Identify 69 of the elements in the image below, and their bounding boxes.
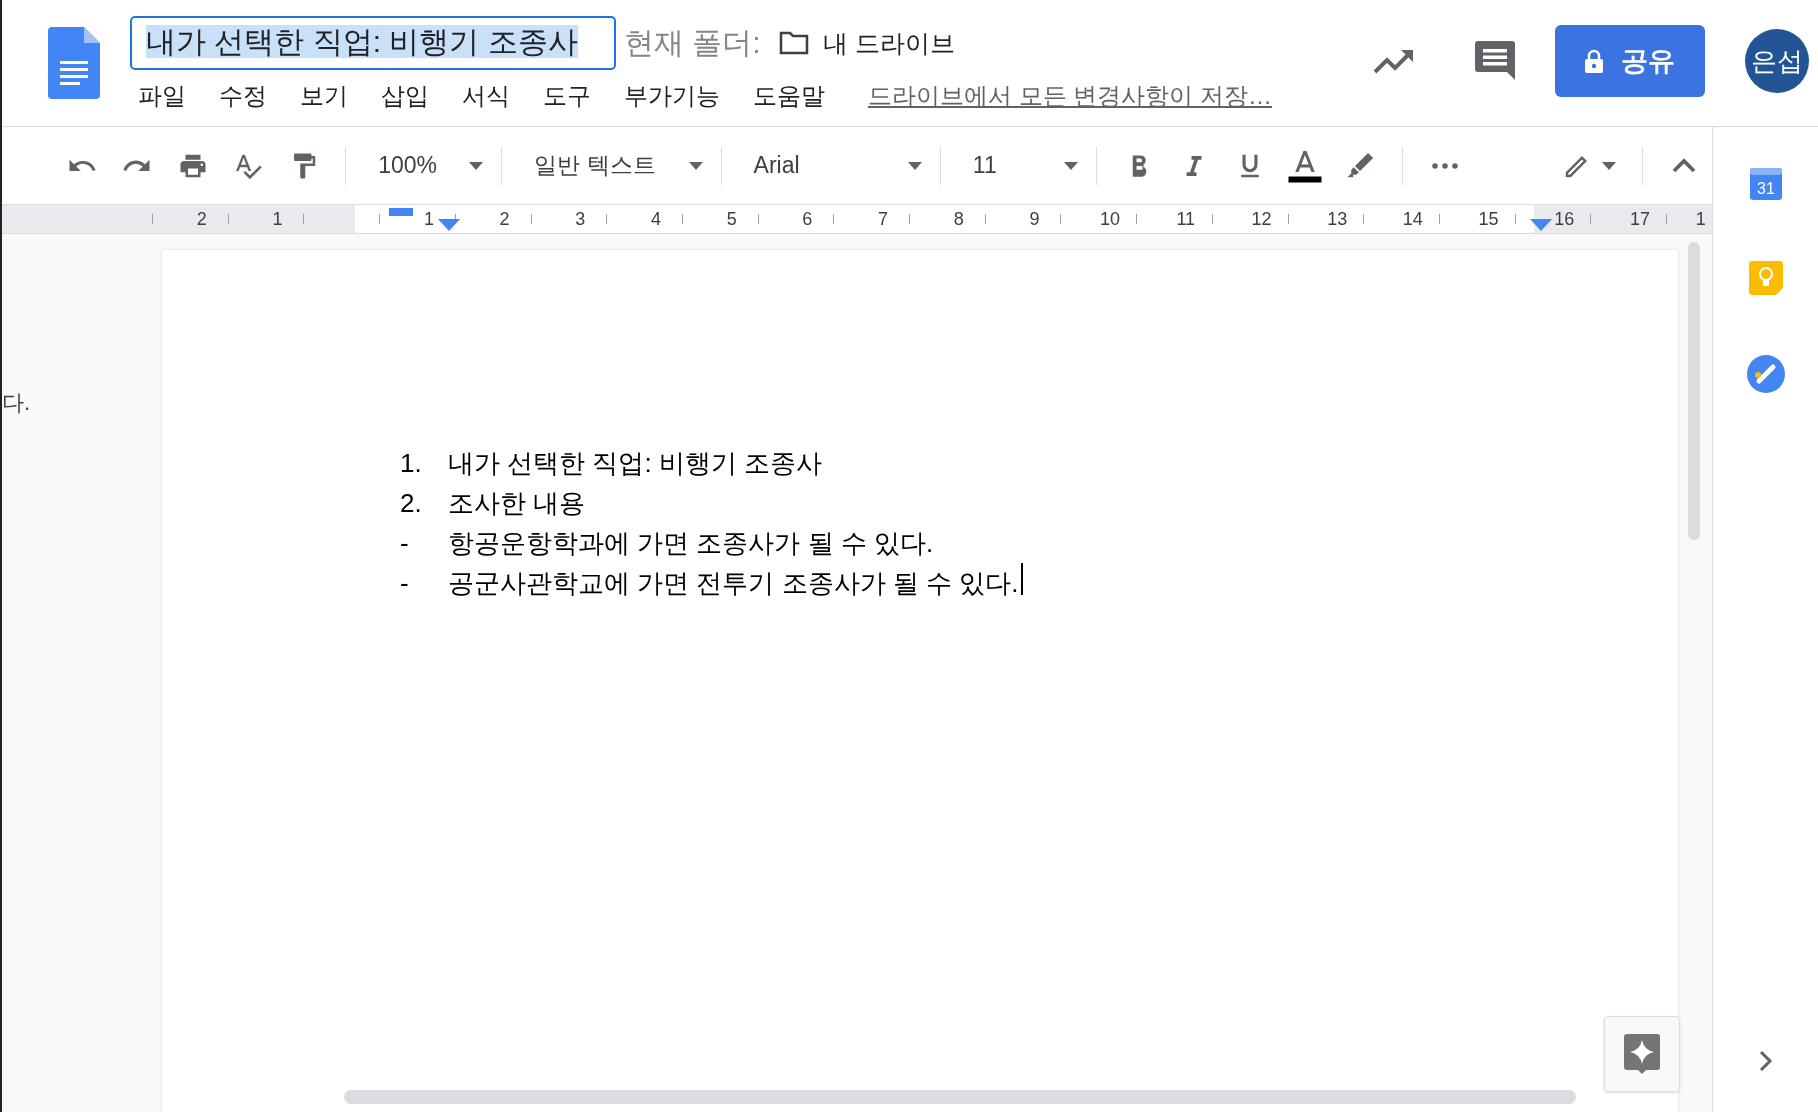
list-item-text: 조사한 내용 xyxy=(448,487,586,520)
list-marker: 1. xyxy=(400,447,423,480)
menu-item[interactable]: 파일 xyxy=(138,78,186,114)
ruler-number: 3 xyxy=(575,208,586,229)
ruler-number: 10 xyxy=(1100,208,1121,229)
ruler-number: 6 xyxy=(802,208,813,229)
ruler-number: 16 xyxy=(1554,208,1575,229)
ruler-number: 12 xyxy=(1251,208,1272,229)
font-size-dropdown[interactable]: 11 xyxy=(954,152,1082,179)
share-button[interactable]: 공유 xyxy=(1555,25,1705,97)
save-status-link[interactable]: 드라이브에서 모든 변경사항이 저장… xyxy=(868,80,1272,112)
ruler-number: 14 xyxy=(1402,208,1423,229)
folder-icon[interactable] xyxy=(778,31,809,55)
ruler-number: 8 xyxy=(953,208,964,229)
caret-icon[interactable] xyxy=(469,161,484,170)
ruler-number: 2 xyxy=(499,208,510,229)
trending-up-icon[interactable] xyxy=(1373,48,1415,74)
sparkle-icon xyxy=(1624,1034,1660,1074)
ruler-number: 7 xyxy=(878,208,889,229)
calendar-day: 31 xyxy=(1756,180,1775,197)
list-marker: 2. xyxy=(400,487,423,520)
ruler-number: 2 xyxy=(196,208,207,229)
expand-chevron-icon[interactable] xyxy=(1758,1050,1773,1072)
font-dropdown[interactable]: Arial xyxy=(735,152,926,179)
list-marker: - xyxy=(400,567,410,600)
menu-item[interactable]: 도움말 xyxy=(753,78,825,114)
document-page[interactable]: 1. 내가 선택한 직업: 비행기 조종사 2. 조사한 내용 - 항공운항학과에 가면 조종사가 될 수 있다. - 공군사관학교에 가면 전투기 조종사가 될 수 있다. xyxy=(162,250,1678,1112)
ruler-number: 13 xyxy=(1327,208,1348,229)
caret-icon[interactable] xyxy=(907,161,922,170)
zoom-dropdown[interactable]: 100% xyxy=(360,152,488,179)
explore-button[interactable] xyxy=(1604,1016,1680,1092)
menu-item[interactable]: 삽입 xyxy=(381,78,429,114)
vertical-scrollbar[interactable] xyxy=(1688,242,1700,540)
ruler-number: 1 xyxy=(272,208,283,229)
style-dropdown[interactable]: 일반 텍스트 xyxy=(516,150,707,181)
caret-icon[interactable] xyxy=(688,161,703,170)
ruler-number: 1 xyxy=(423,208,434,229)
ruler-number: 5 xyxy=(726,208,737,229)
list-item-text: 항공운항학과에 가면 조종사가 될 수 있다. xyxy=(448,527,934,560)
check-circle-icon[interactable] xyxy=(1746,355,1785,393)
list-item-text: 공군사관학교에 가면 전투기 조종사가 될 수 있다. xyxy=(448,567,1019,600)
menu-item[interactable]: 도구 xyxy=(543,78,591,114)
caret-icon[interactable] xyxy=(1602,161,1617,170)
margin-text: 다. xyxy=(2,390,31,415)
ruler-number: 15 xyxy=(1478,208,1499,229)
menu-item[interactable]: 서식 xyxy=(462,78,510,114)
folder-name[interactable]: 내 드라이브 xyxy=(822,26,955,60)
lock-icon xyxy=(1585,49,1603,73)
indent-marker-icon[interactable] xyxy=(1530,219,1552,231)
ruler-number: 1 xyxy=(1695,208,1706,229)
indent-marker-icon[interactable] xyxy=(438,219,460,231)
caret-icon[interactable] xyxy=(1064,161,1078,170)
ruler-number: 11 xyxy=(1176,208,1196,229)
list-marker: - xyxy=(400,527,410,560)
indent-marker-icon[interactable] xyxy=(389,208,413,216)
folder-label: 현재 폴더: xyxy=(624,24,761,61)
menu-item[interactable]: 수정 xyxy=(219,78,267,114)
document-title-field[interactable]: 내가 선택한 직업: 비행기 조종사 xyxy=(130,16,616,70)
menu-item[interactable]: 부가기능 xyxy=(624,78,720,114)
account-avatar[interactable]: 은섭 xyxy=(1745,29,1809,93)
ruler-number: 9 xyxy=(1029,208,1040,229)
ruler-number: 17 xyxy=(1629,208,1650,229)
document-icon[interactable] xyxy=(48,27,100,99)
menu-item[interactable]: 보기 xyxy=(300,78,348,114)
comment-icon[interactable] xyxy=(1475,41,1515,81)
calendar-icon[interactable]: 31 xyxy=(1748,167,1783,201)
horizontal-scrollbar[interactable] xyxy=(344,1090,1576,1104)
ruler-number: 4 xyxy=(650,208,661,229)
list-item-text: 내가 선택한 직업: 비행기 조종사 xyxy=(448,447,823,480)
